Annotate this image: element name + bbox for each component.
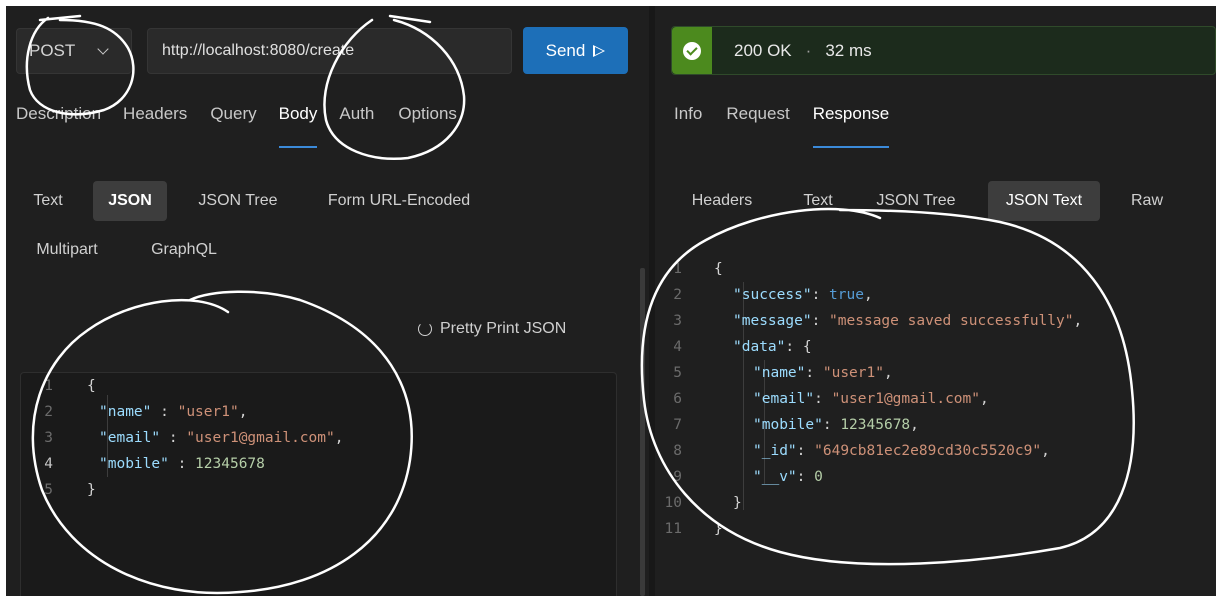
tab-options[interactable]: Options	[398, 104, 457, 136]
code-line: 2 "name" : "user1",	[21, 399, 247, 425]
tab-body[interactable]: Body	[278, 104, 317, 148]
code-line: 9 "__v": 0	[656, 464, 823, 490]
code-line: 11}	[656, 516, 723, 542]
line-number: 4	[44, 456, 53, 472]
line-number: 8	[673, 443, 682, 459]
code-text: "name": "user1",	[753, 365, 893, 381]
body-type-json-tree[interactable]: JSON Tree	[190, 181, 286, 221]
chevron-down-icon	[97, 42, 109, 55]
code-text: }	[714, 521, 723, 537]
body-type-graphql[interactable]: GraphQL	[142, 230, 226, 270]
tab-auth[interactable]: Auth	[339, 104, 374, 136]
code-line: 6 "email": "user1@gmail.com",	[656, 386, 989, 412]
send-button[interactable]: Send	[523, 27, 628, 74]
view-mode-raw[interactable]: Raw	[1124, 181, 1170, 221]
code-text: "success": true,	[733, 287, 873, 303]
code-text: "name" : "user1",	[99, 404, 248, 420]
response-tabs: Info Request Response	[674, 104, 889, 148]
line-number: 2	[673, 287, 682, 303]
code-line: 8 "_id": "649cb81ec2e89cd30c5520c9",	[656, 438, 1050, 464]
line-number: 1	[44, 378, 53, 394]
code-text: "email" : "user1@gmail.com",	[99, 430, 344, 446]
line-number: 7	[673, 417, 682, 433]
line-number: 5	[44, 482, 53, 498]
code-line: 2 "success": true,	[656, 282, 873, 308]
pretty-print-button[interactable]: Pretty Print JSON	[418, 320, 566, 338]
code-text: "_id": "649cb81ec2e89cd30c5520c9",	[753, 443, 1050, 459]
code-line: 10}	[656, 490, 742, 516]
thunder-client-window: POST http://localhost:8080/create Send D…	[6, 6, 1216, 596]
code-line: 4 "data": {	[656, 334, 812, 360]
line-number: 6	[673, 391, 682, 407]
body-type-json[interactable]: JSON	[93, 181, 167, 221]
code-text: "mobile": 12345678,	[753, 417, 919, 433]
code-line: 3 "email" : "user1@gmail.com",	[21, 425, 343, 451]
line-number: 3	[673, 313, 682, 329]
code-text: {	[714, 261, 723, 277]
code-text: }	[733, 495, 742, 511]
code-text: "email": "user1@gmail.com",	[753, 391, 989, 407]
scrollbar[interactable]	[640, 268, 645, 596]
line-number: 11	[664, 521, 682, 537]
code-text: "data": {	[733, 339, 812, 355]
tab-response[interactable]: Response	[812, 104, 889, 148]
line-number: 1	[673, 261, 682, 277]
code-text: {	[87, 378, 96, 394]
url-value: http://localhost:8080/create	[162, 42, 355, 59]
code-text: }	[87, 482, 96, 498]
tab-headers[interactable]: Headers	[123, 104, 187, 136]
code-line: 4 "mobile" : 12345678	[21, 451, 265, 477]
status-code: 200 OK	[734, 40, 792, 60]
status-icon-box	[672, 27, 712, 74]
code-line: 5}	[21, 477, 96, 503]
code-line: 7 "mobile": 12345678,	[656, 412, 919, 438]
code-line: 1{	[21, 373, 96, 399]
code-line: 5 "name": "user1",	[656, 360, 893, 386]
line-number: 9	[673, 469, 682, 485]
view-mode-headers[interactable]: Headers	[682, 181, 762, 221]
code-line: 3 "message": "message saved successfully"…	[656, 308, 1082, 334]
refresh-icon	[418, 322, 432, 336]
tab-info[interactable]: Info	[674, 104, 702, 136]
status-separator: ·	[805, 40, 812, 60]
view-mode-json-tree[interactable]: JSON Tree	[868, 181, 964, 221]
line-number: 2	[44, 404, 53, 420]
request-tabs: Description Headers Query Body Auth Opti…	[16, 104, 457, 148]
pretty-print-label: Pretty Print JSON	[440, 320, 567, 337]
code-text: "mobile" : 12345678	[99, 456, 265, 472]
request-body-editor[interactable]: 1{ 2 "name" : "user1", 3 "email" : "user1@…	[20, 372, 617, 596]
response-time: 32 ms	[825, 40, 872, 60]
tab-query[interactable]: Query	[210, 104, 256, 136]
tab-description[interactable]: Description	[16, 104, 101, 136]
url-input[interactable]: http://localhost:8080/create	[147, 28, 512, 74]
send-label: Send	[545, 40, 586, 60]
body-type-text[interactable]: Text	[24, 181, 72, 221]
tab-request[interactable]: Request	[726, 104, 789, 136]
body-type-form-url-encoded[interactable]: Form URL-Encoded	[314, 181, 484, 221]
code-line: 1{	[656, 256, 723, 282]
response-status-bar: 200 OK · 32 ms	[671, 26, 1216, 75]
send-icon	[593, 44, 606, 57]
line-number: 10	[664, 495, 682, 511]
body-type-multipart[interactable]: Multipart	[24, 230, 110, 270]
method-select[interactable]: POST	[16, 28, 132, 74]
code-text: "__v": 0	[753, 469, 823, 485]
view-mode-text[interactable]: Text	[794, 181, 842, 221]
line-number: 5	[673, 365, 682, 381]
line-number: 4	[673, 339, 682, 355]
method-label: POST	[29, 41, 76, 60]
view-mode-json-text[interactable]: JSON Text	[988, 181, 1100, 221]
check-icon	[683, 41, 701, 60]
pane-divider[interactable]	[649, 6, 655, 596]
response-json-view[interactable]: 1{ 2 "success": true, 3 "message": "messag…	[656, 256, 1216, 546]
line-number: 3	[44, 430, 53, 446]
code-text: "message": "message saved successfully",	[733, 313, 1083, 329]
